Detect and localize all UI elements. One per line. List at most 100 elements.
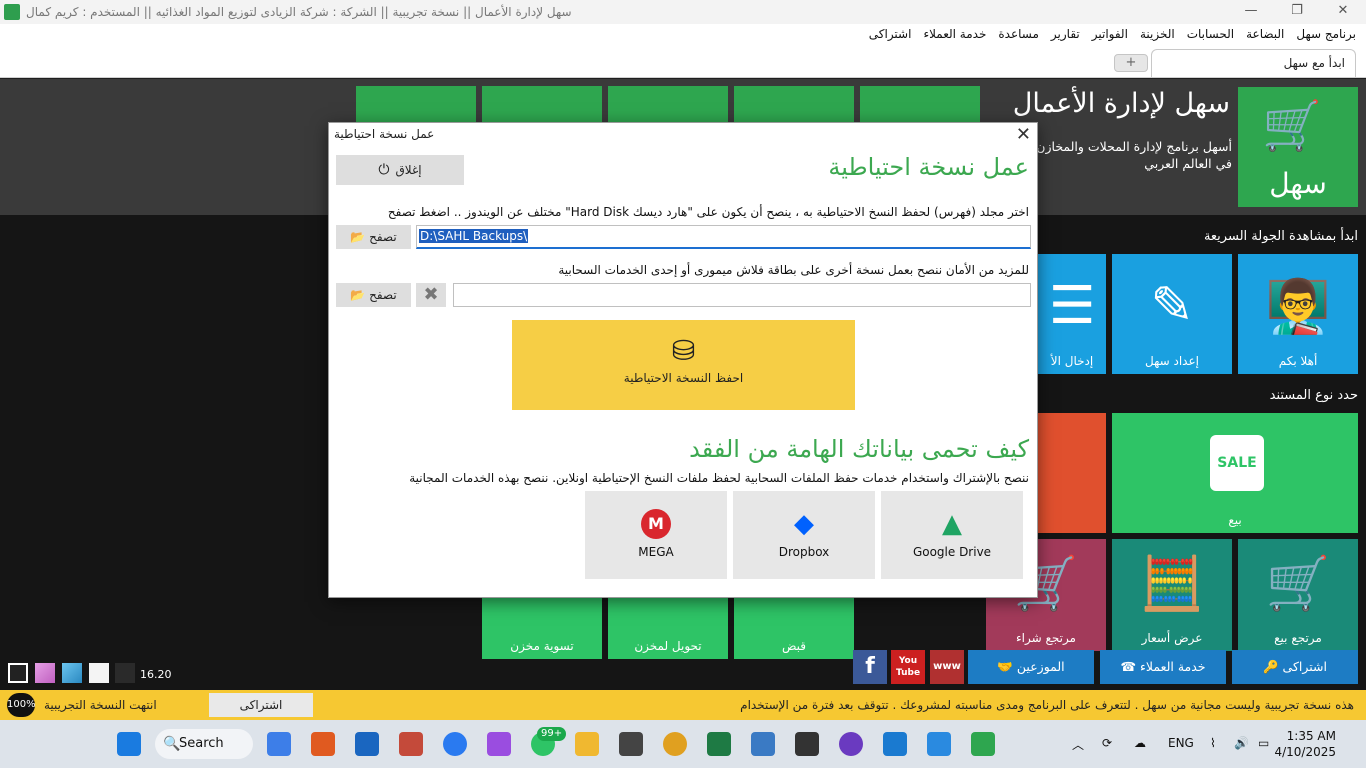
maximize-button[interactable]: ❐ [1274,0,1320,24]
terminal-icon[interactable] [795,732,819,756]
menu-subscription[interactable]: اشتراكى [869,27,912,41]
folder-icon-2: 📂 [350,288,366,302]
menu-customer-service[interactable]: خدمة العملاء [923,27,986,41]
dropbox-service[interactable]: ◆ Dropbox [733,491,875,579]
menu-goods[interactable]: البضاعة [1246,27,1284,41]
mega-service[interactable]: M MEGA [585,491,727,579]
pencil-board-icon: ✎ [1150,276,1194,336]
virtualbox-icon[interactable] [355,732,379,756]
dialog-titlebar: عمل نسخة احتياطية ✕ [329,123,1037,147]
theme-dark-button[interactable] [115,663,135,683]
save-backup-button[interactable]: ⛁ احفظ النسخة الاحتياطية [512,320,855,410]
notepad-icon[interactable] [751,732,775,756]
github-icon[interactable] [839,732,863,756]
add-tab-button[interactable]: + [1114,54,1148,72]
onedrive-icon[interactable]: ☁ [1134,736,1146,750]
menu-program[interactable]: برنامج سهل [1296,27,1356,41]
document-icon: ☰ [1048,276,1096,336]
theme-purple-button[interactable] [35,663,55,683]
tray-chevron-icon[interactable]: ︿ [1072,736,1084,753]
dialog-close-icon[interactable]: ✕ [1016,124,1031,145]
tile-welcome-label: أهلا بكم [1278,354,1318,368]
menu-treasury[interactable]: الخزينة [1140,27,1175,41]
minimize-button[interactable]: — [1228,0,1274,24]
power-icon: ⏻ [378,162,390,178]
tile-purchase[interactable] [1038,413,1106,533]
tile-stock-adjust[interactable]: تسوية مخزن [482,598,602,659]
tile-setup[interactable]: ✎ إعداد سهل [1112,254,1232,374]
tile-top-3[interactable] [608,86,728,122]
snipping-tool-icon[interactable] [399,732,423,756]
tile-top-2[interactable] [482,86,602,122]
tile-sale-return[interactable]: 🛒 مرتجع بيع [1238,539,1358,651]
tile-purchase-return-label: مرتجع شراء [1016,631,1076,645]
trial-message: هذه نسخة تجريبية وليست مجانية من سهل . ل… [740,698,1354,712]
tab-strip: ابدأ مع سهل + [0,44,1366,78]
volume-icon[interactable]: 🔊 [1234,736,1249,750]
tile-price-offer[interactable]: 🧮 عرض أسعار [1112,539,1232,651]
tile-receipt[interactable]: قبض [734,598,854,659]
logo-word: سهل [1269,167,1327,200]
youtube-link[interactable]: You Tube [891,650,925,684]
grid-theme-button[interactable] [8,663,28,683]
browse-button[interactable]: تصفح 📂 [336,225,411,249]
subscribe-link[interactable]: اشتراكى 🔑 [1232,650,1358,684]
language-indicator[interactable]: ENG [1168,736,1194,750]
whatsapp-badge: 99+ [537,727,567,741]
excel-icon[interactable] [707,732,731,756]
protect-heading: كيف تحمى بياناتك الهامة من الفقد [689,435,1029,463]
messenger-icon[interactable] [443,732,467,756]
browse-button-2-label: تصفح [369,288,397,302]
trial-percent: 100% [7,693,36,717]
vscode-icon[interactable] [883,732,907,756]
facebook-link[interactable]: f [853,650,887,684]
customer-service-link[interactable]: خدمة العملاء ☎ [1100,650,1226,684]
tile-welcome[interactable]: 👨‍🏫 أهلا بكم [1238,254,1358,374]
taskbar-clock[interactable]: 1:35 AM 4/10/2025 [1274,728,1336,760]
taskbar-search[interactable]: 🔍 Search [155,729,253,759]
file-explorer-icon[interactable] [575,732,599,756]
tile-sale[interactable]: SALE بيع [1112,413,1358,533]
distributors-link[interactable]: الموزعين 🤝 [968,650,1094,684]
tile-top-4[interactable] [734,86,854,122]
tile-data-entry[interactable]: ☰ إدخال الأ [1038,254,1106,374]
sahl-taskbar-icon[interactable] [971,732,995,756]
trial-notice-bar: هذه نسخة تجريبية وليست مجانية من سهل . ل… [0,690,1366,720]
menu-invoices[interactable]: الفواتير [1092,27,1128,41]
folder-icon: 📂 [350,230,366,244]
powerautomate-icon[interactable] [267,732,291,756]
start-icon[interactable] [117,732,141,756]
backup-path-input[interactable]: D:\SAHL Backups\ [416,225,1031,249]
tile-top-1[interactable] [356,86,476,122]
chrome-icon[interactable] [663,732,687,756]
secondary-path-input[interactable] [453,283,1031,307]
search-icon: 🔍 [163,736,181,752]
dialog-close-button[interactable]: إغلاق ⏻ [336,155,464,185]
clock-time: 1:35 AM [1286,729,1336,743]
sync-icon[interactable]: ⟳ [1102,736,1112,750]
wifi-icon[interactable]: ⌇ [1210,736,1216,750]
tile-top-5[interactable] [860,86,980,122]
calculator-app-icon[interactable] [619,732,643,756]
menu-reports[interactable]: تقارير [1051,27,1080,41]
menu-accounts[interactable]: الحسابات [1187,27,1234,41]
browse-button-2[interactable]: تصفح 📂 [336,283,411,307]
tab-start[interactable]: ابدأ مع سهل [1151,49,1356,77]
menu-help[interactable]: مساعدة [998,27,1039,41]
close-button[interactable]: ✕ [1320,0,1366,24]
paint-icon[interactable] [927,732,951,756]
zoom-value: 16.20 [140,668,172,681]
clear-path-button[interactable]: ✖ [416,283,446,307]
google-drive-service[interactable]: ▲ Google Drive [881,491,1023,579]
tile-transfer[interactable]: تحويل لمخزن [608,598,728,659]
theme-blue-button[interactable] [62,663,82,683]
headset-icon: ☎ [1120,659,1137,674]
cart-icon: 🛒 [1262,98,1322,154]
battery-icon[interactable]: ▭ [1258,736,1269,750]
copilot-icon[interactable] [487,732,511,756]
theme-white-button[interactable] [89,663,109,683]
web-link[interactable]: www [930,650,964,684]
notice-subscribe-button[interactable]: اشتراكى [209,693,313,717]
mega-icon: M [641,509,671,539]
ubuntu-icon[interactable] [311,732,335,756]
